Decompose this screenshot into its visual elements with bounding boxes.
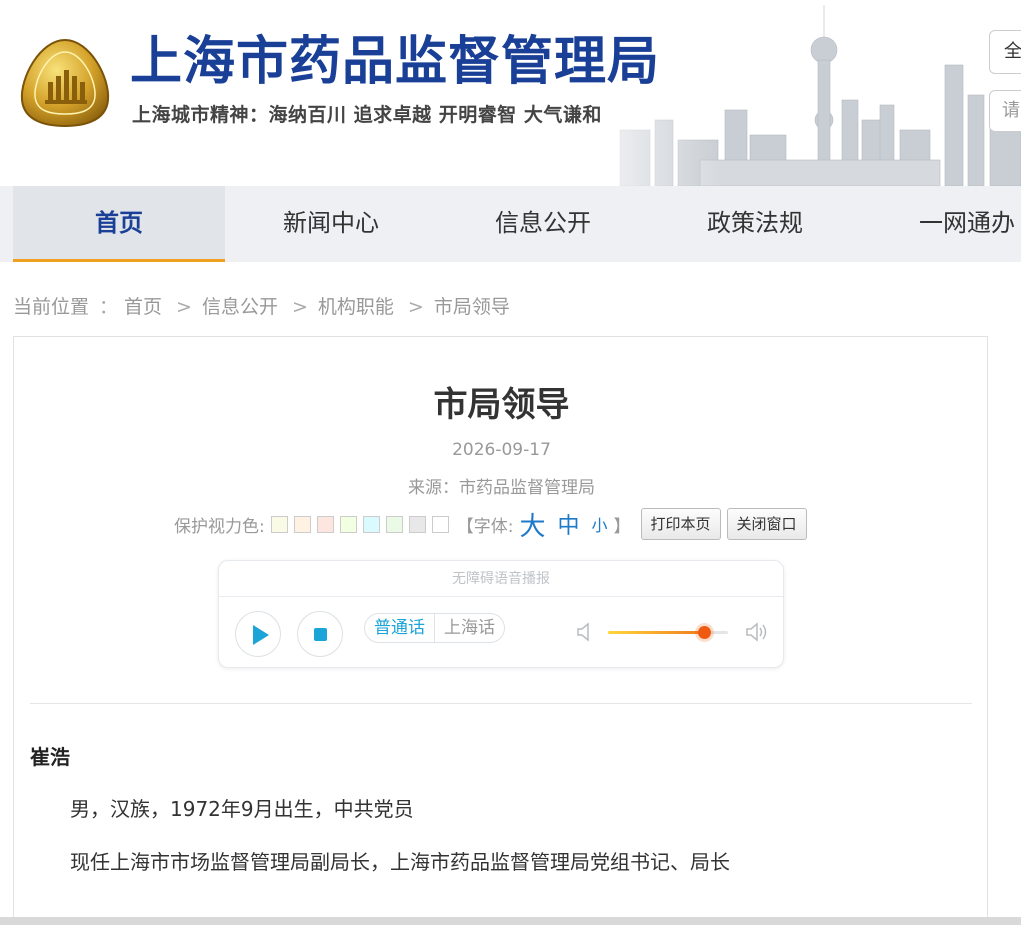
article-toolbar: 保护视力色: 【字体: 大 中 小 】 打印本页 关闭窗口 bbox=[174, 506, 807, 543]
mandarin-option[interactable]: 普通话 bbox=[365, 614, 435, 642]
volume-mute-icon[interactable] bbox=[575, 621, 595, 643]
leader-name: 崔浩 bbox=[30, 745, 70, 769]
breadcrumb-separator: > bbox=[407, 296, 424, 318]
volume-slider[interactable] bbox=[608, 626, 728, 639]
color-swatch-5[interactable] bbox=[362, 515, 380, 533]
content-divider bbox=[30, 703, 972, 704]
volume-up-icon[interactable] bbox=[744, 621, 770, 643]
accessibility-audio-player: 无障碍语音播报 普通话 上海话 bbox=[218, 560, 784, 668]
player-title: 无障碍语音播报 bbox=[219, 561, 783, 597]
color-swatch-1[interactable] bbox=[270, 515, 288, 533]
article-date: 2026-09-17 bbox=[452, 440, 551, 460]
color-swatch-4[interactable] bbox=[339, 515, 357, 533]
eye-protection-label: 保护视力色: bbox=[174, 516, 265, 537]
color-swatch-6[interactable] bbox=[385, 515, 403, 533]
breadcrumb-colon: ： bbox=[99, 296, 119, 318]
volume-slider-handle[interactable] bbox=[698, 626, 711, 639]
play-button[interactable] bbox=[235, 611, 281, 657]
dialect-toggle: 普通话 上海话 bbox=[364, 613, 505, 643]
stop-button[interactable] bbox=[297, 611, 343, 657]
nav-item-policies[interactable]: 政策法规 bbox=[649, 186, 861, 260]
breadcrumb-separator: > bbox=[176, 296, 192, 318]
breadcrumb-separator: > bbox=[291, 296, 308, 318]
site-slogan: 上海城市精神：海纳百川 追求卓越 开明睿智 大气谦和 bbox=[132, 104, 602, 126]
nav-item-info-disclosure[interactable]: 信息公开 bbox=[437, 186, 649, 260]
print-page-button[interactable]: 打印本页 bbox=[640, 508, 721, 540]
breadcrumb-current-page[interactable]: 市局领导 bbox=[434, 296, 510, 318]
article-card: 市局领导 2026-09-17 来源：市药品监督管理局 保护视力色: 【字体: … bbox=[13, 336, 988, 925]
font-size-medium-link[interactable]: 中 bbox=[557, 508, 579, 540]
volume-slider-fill bbox=[608, 631, 704, 634]
article-title: 市局领导 bbox=[433, 385, 570, 425]
font-size-label: 【字体: bbox=[456, 516, 514, 537]
color-swatch-7[interactable] bbox=[408, 515, 426, 533]
close-window-button[interactable]: 关闭窗口 bbox=[726, 508, 807, 540]
color-swatch-2[interactable] bbox=[293, 515, 311, 533]
breadcrumb-prefix: 当前位置 bbox=[13, 296, 90, 318]
breadcrumb-org-functions-link[interactable]: 机构职能 bbox=[318, 296, 394, 318]
nav-item-home[interactable]: 首页 bbox=[13, 186, 225, 262]
color-swatch-8[interactable] bbox=[431, 515, 449, 533]
color-swatch-3[interactable] bbox=[316, 515, 334, 533]
site-wide-button[interactable]: 全 bbox=[989, 30, 1021, 74]
article-source: 来源：市药品监督管理局 bbox=[408, 478, 595, 498]
horizontal-scrollbar[interactable] bbox=[0, 917, 1021, 925]
leader-bio-line-2: 现任上海市市场监督管理局副局长，上海市药品监督管理局党组书记、局长 bbox=[70, 850, 730, 874]
search-input[interactable]: 请 bbox=[989, 90, 1021, 132]
shanghainese-option[interactable]: 上海话 bbox=[435, 614, 504, 642]
play-icon bbox=[253, 625, 269, 645]
site-header: 上海市药品监督管理局 上海城市精神：海纳百川 追求卓越 开明睿智 大气谦和 全 … bbox=[0, 0, 1021, 186]
font-size-close-bracket: 】 bbox=[613, 516, 631, 537]
font-size-small-link[interactable]: 小 bbox=[592, 512, 608, 536]
main-nav: 首页 新闻中心 信息公开 政策法规 一网通办 bbox=[0, 186, 1021, 262]
nav-item-one-net-service[interactable]: 一网通办 bbox=[861, 186, 1021, 260]
nav-item-news-center[interactable]: 新闻中心 bbox=[225, 186, 437, 260]
bureau-emblem-logo bbox=[20, 38, 110, 128]
font-size-large-link[interactable]: 大 bbox=[519, 506, 545, 543]
breadcrumb-home-link[interactable]: 首页 bbox=[124, 296, 162, 318]
leader-bio-line-1: 男，汉族，1972年9月出生，中共党员 bbox=[70, 797, 414, 821]
breadcrumb: 当前位置 ：首页 > 信息公开 > 机构职能 > 市局领导 bbox=[13, 292, 514, 319]
stop-icon bbox=[314, 628, 327, 641]
breadcrumb-info-disclosure-link[interactable]: 信息公开 bbox=[202, 296, 278, 318]
site-title: 上海市药品监督管理局 bbox=[130, 32, 661, 92]
